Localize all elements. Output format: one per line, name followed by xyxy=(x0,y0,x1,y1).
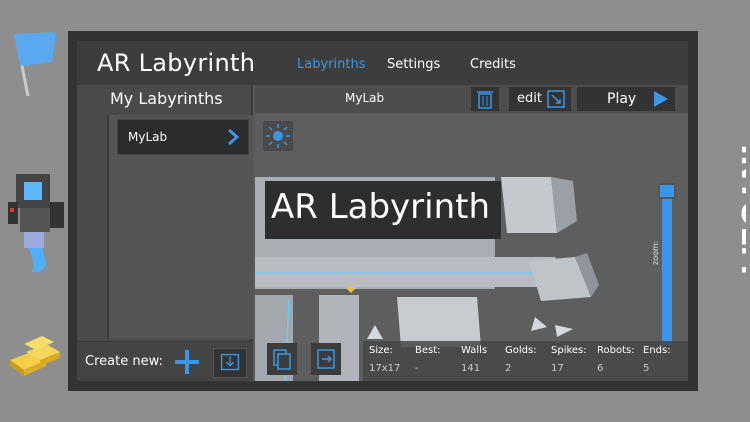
stat-golds-value: 2 xyxy=(505,363,512,374)
editor-area: MyLab edit Play AR Labyrinth zoom: Size:… xyxy=(255,85,688,381)
editor-toolbar: MyLab edit Play xyxy=(255,85,688,113)
labyrinth-list[interactable]: MyLab xyxy=(107,115,253,339)
app-title: AR Labyrinth xyxy=(97,49,256,77)
zoom-label: zoom: xyxy=(651,240,660,265)
brand-logo: INTOLM xyxy=(734,144,746,275)
chevron-right-icon xyxy=(228,128,240,146)
stat-robots-label: Robots: xyxy=(597,345,635,356)
sidebar: My Labyrinths MyLab Create new: xyxy=(77,85,253,381)
stat-size-label: Size: xyxy=(369,345,393,356)
create-bar: Create new: xyxy=(77,341,253,381)
play-button[interactable]: Play xyxy=(577,87,675,111)
plus-icon[interactable] xyxy=(173,348,201,376)
delete-button[interactable] xyxy=(471,87,499,111)
brand-text: INTOLM xyxy=(734,144,746,275)
import-icon xyxy=(220,353,240,371)
stat-spikes-value: 17 xyxy=(551,363,564,374)
tab-settings[interactable]: Settings xyxy=(387,57,440,72)
export-button[interactable] xyxy=(311,343,341,375)
list-item-label: MyLab xyxy=(128,130,168,144)
app-header: AR Labyrinth Labyrinths Settings Credits xyxy=(77,41,688,85)
labyrinth-name: MyLab xyxy=(345,91,385,105)
edit-button[interactable]: edit xyxy=(509,87,571,111)
sidebar-title: My Labyrinths xyxy=(110,89,223,108)
sun-icon xyxy=(266,124,290,148)
export-icon xyxy=(317,349,335,369)
stat-best-value: - xyxy=(415,363,419,374)
stat-best-label: Best: xyxy=(415,345,441,356)
edit-label: edit xyxy=(517,91,542,106)
tab-credits[interactable]: Credits xyxy=(470,57,516,72)
stat-golds-label: Golds: xyxy=(505,345,537,356)
copy-icon xyxy=(273,349,291,370)
flag-icon xyxy=(14,32,56,97)
stat-walls-label: Walls xyxy=(461,345,488,356)
play-label: Play xyxy=(607,91,637,107)
zoom-slider[interactable] xyxy=(662,185,672,345)
edit-icon xyxy=(547,90,565,108)
copy-button[interactable] xyxy=(267,343,297,375)
stat-walls-value: 141 xyxy=(461,363,481,374)
trash-icon xyxy=(477,91,493,109)
stat-ends-label: Ends: xyxy=(643,345,671,356)
lighting-button[interactable] xyxy=(263,121,293,151)
robot-icon xyxy=(8,174,64,273)
title-overlay: AR Labyrinth xyxy=(265,181,501,239)
app-window: AR Labyrinth Labyrinths Settings Credits… xyxy=(77,41,688,381)
overlay-title: AR Labyrinth xyxy=(271,187,491,227)
stat-spikes-label: Spikes: xyxy=(551,345,587,356)
create-label: Create new: xyxy=(85,354,163,369)
tab-labyrinths[interactable]: Labyrinths xyxy=(297,57,365,72)
tablet-device: AR Labyrinth Labyrinths Settings Credits… xyxy=(68,31,698,391)
list-item-mylab[interactable]: MyLab xyxy=(117,119,249,155)
stat-ends-value: 5 xyxy=(643,363,650,374)
labyrinth-stats: Size: 17x17 Best: - Walls 141 Golds: 2 S… xyxy=(363,341,688,381)
stat-size-value: 17x17 xyxy=(369,363,401,374)
import-button[interactable] xyxy=(213,348,247,378)
stat-robots-value: 6 xyxy=(597,363,604,374)
zoom-handle[interactable] xyxy=(658,183,676,199)
play-icon xyxy=(654,91,668,107)
gold-bars-icon xyxy=(10,336,60,376)
